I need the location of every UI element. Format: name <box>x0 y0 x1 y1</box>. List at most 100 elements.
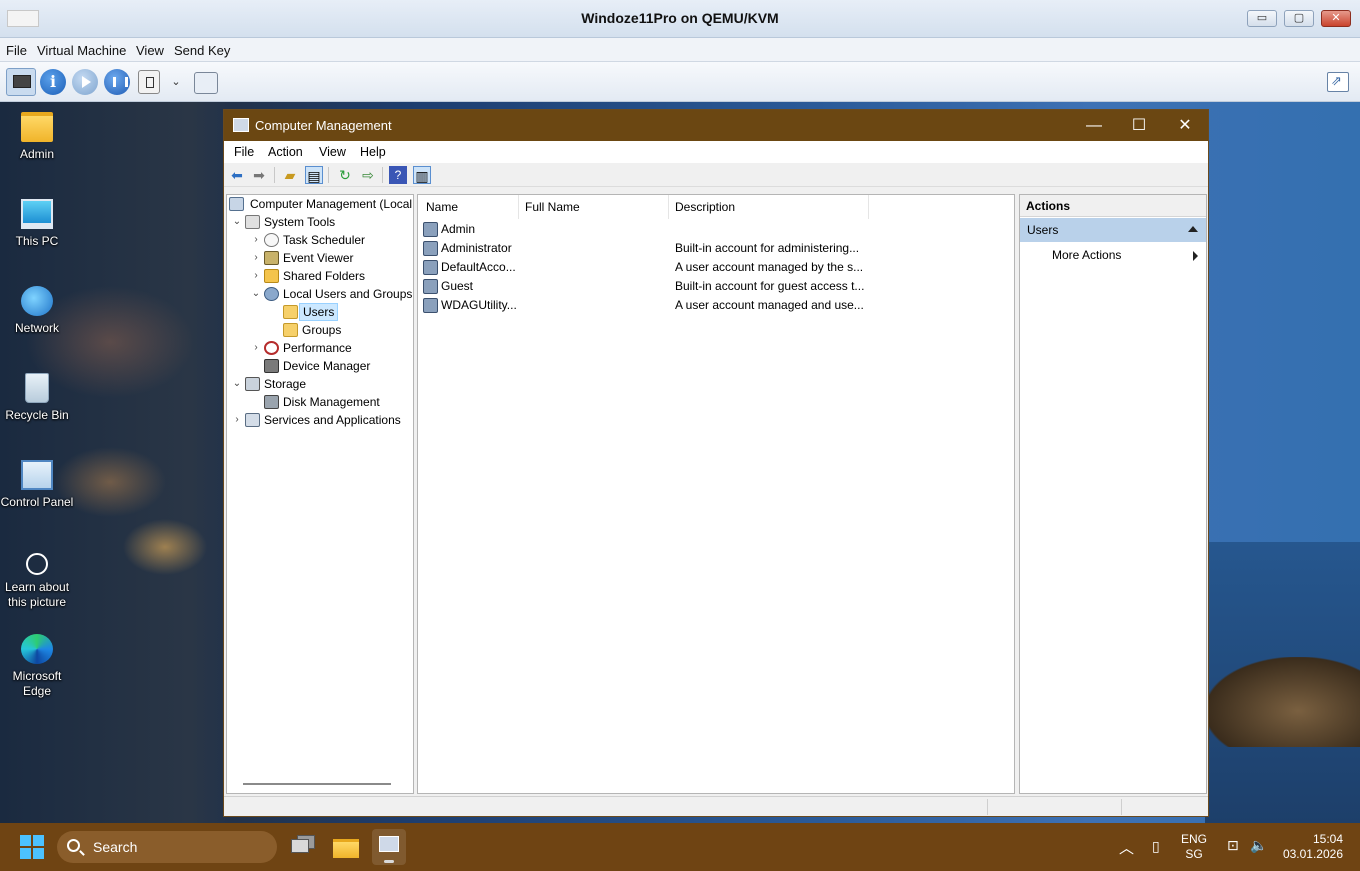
folder-icon <box>21 112 53 142</box>
desktop-icon-edge[interactable]: Microsoft Edge <box>0 634 74 699</box>
pause-icon[interactable] <box>104 69 130 95</box>
cm-minimize-button[interactable]: — <box>1071 114 1117 138</box>
chevron-right-icon[interactable]: › <box>250 249 262 267</box>
chevron-down-icon[interactable]: ⌄ <box>231 213 243 231</box>
export-list-icon[interactable]: ⇨ <box>359 166 377 184</box>
desktop-icon-label: Microsoft Edge <box>12 669 62 698</box>
performance-icon <box>264 341 279 355</box>
chevron-right-icon[interactable]: › <box>250 339 262 357</box>
computer-management-taskbar-icon[interactable] <box>372 829 406 865</box>
chevron-down-icon[interactable]: ⌄ <box>250 285 262 303</box>
camera-icon <box>26 553 48 575</box>
column-divider[interactable] <box>518 195 519 219</box>
show-hidden-icons-chevron-icon[interactable]: ︿ <box>1119 837 1134 858</box>
cm-close-button[interactable]: ✕ <box>1162 114 1208 138</box>
list-item[interactable]: WDAGUtility... A user account managed an… <box>418 296 1014 315</box>
column-header-name[interactable]: Name <box>426 200 458 214</box>
input-language-indicator[interactable]: ENG SG <box>1181 832 1207 862</box>
file-explorer-icon[interactable] <box>330 832 360 862</box>
user-icon <box>423 298 438 313</box>
host-menu-view[interactable]: View <box>136 43 164 58</box>
desktop-icon-recycle-bin[interactable]: Recycle Bin <box>0 373 74 423</box>
region-label: SG <box>1185 847 1203 861</box>
host-minimize-button[interactable]: ▭ <box>1247 10 1277 27</box>
cm-maximize-button[interactable]: ☐ <box>1116 114 1162 138</box>
desktop-icon-admin[interactable]: Admin <box>0 112 74 162</box>
cm-toolbar: ⬅ ➡ ▰ ▤ ↻ ⇨ ? ▥ <box>224 163 1208 187</box>
show-hide-action-pane-icon[interactable]: ▥ <box>413 166 431 184</box>
show-console-icon[interactable] <box>6 68 36 96</box>
toolbar-separator <box>382 167 383 183</box>
list-item[interactable]: Guest Built-in account for guest access … <box>418 277 1014 296</box>
cm-menu-file[interactable]: File <box>234 145 254 159</box>
desktop-icon-learn-about-picture[interactable]: Learn about this picture <box>0 547 74 610</box>
cm-menu-view[interactable]: View <box>319 145 346 159</box>
clock-icon <box>264 233 279 247</box>
taskbar: Search ︿ ▯ ENG SG ⊡ 🔈 15:04 03.01.2026 <box>0 823 1360 871</box>
taskbar-search-box[interactable]: Search <box>57 831 277 863</box>
tree-horizontal-scrollbar[interactable] <box>243 783 391 785</box>
list-header: Name Full Name Description <box>418 195 1014 219</box>
shutdown-dropdown-chevron-icon[interactable]: ⌄ <box>168 74 184 90</box>
desktop-icon-label: Control Panel <box>0 495 74 509</box>
clock[interactable]: 15:04 03.01.2026 <box>1281 832 1343 862</box>
desktop-icon-label: Network <box>14 321 59 335</box>
shutdown-icon[interactable] <box>138 70 160 94</box>
computer-management-icon <box>229 197 244 211</box>
desktop-icon-network[interactable]: Network <box>0 286 74 336</box>
host-menu-send-key[interactable]: Send Key <box>174 43 230 58</box>
list-item[interactable]: DefaultAcco... A user account managed by… <box>418 258 1014 277</box>
user-icon <box>423 279 438 294</box>
desktop-icon-label: Admin <box>19 147 54 161</box>
column-divider[interactable] <box>868 195 869 219</box>
tools-icon <box>245 215 260 229</box>
host-close-button[interactable]: ✕ <box>1321 10 1351 27</box>
desktop-icon-control-panel[interactable]: Control Panel <box>0 460 74 510</box>
forward-arrow-icon[interactable]: ➡ <box>250 166 268 184</box>
control-panel-icon <box>21 460 53 490</box>
show-hide-console-tree-icon[interactable]: ▤ <box>305 166 323 184</box>
snapshots-icon[interactable] <box>194 72 218 94</box>
column-divider[interactable] <box>668 195 669 219</box>
column-header-description[interactable]: Description <box>675 200 735 214</box>
usb-device-icon[interactable]: ▯ <box>1152 838 1160 855</box>
start-windows-icon[interactable] <box>20 835 44 859</box>
chevron-right-icon[interactable]: › <box>250 231 262 249</box>
chevron-right-icon[interactable]: › <box>250 267 262 285</box>
back-arrow-icon[interactable]: ⬅ <box>228 166 246 184</box>
actions-pane: Actions Users More Actions <box>1019 194 1207 794</box>
details-info-icon[interactable]: i <box>40 69 66 95</box>
toolbar-separator <box>328 167 329 183</box>
list-item[interactable]: Admin <box>418 220 1014 239</box>
cm-window-title: Computer Management <box>255 118 392 133</box>
list-item[interactable]: Administrator Built-in account for admin… <box>418 239 1014 258</box>
desktop-icon-this-pc[interactable]: This PC <box>0 199 74 249</box>
help-icon[interactable]: ? <box>389 166 407 184</box>
cm-menu-action[interactable]: Action <box>268 145 303 159</box>
chevron-right-icon[interactable]: › <box>231 411 243 429</box>
cm-menu-help[interactable]: Help <box>360 145 386 159</box>
fullscreen-icon[interactable] <box>1327 72 1349 92</box>
host-title-bar: Windoze11Pro on QEMU/KVM ▭ ▢ ✕ <box>0 0 1360 38</box>
computer-management-window: Computer Management — ☐ ✕ File Action Vi… <box>223 109 1209 817</box>
task-view-icon[interactable] <box>288 832 318 862</box>
chevron-down-icon[interactable]: ⌄ <box>231 375 243 393</box>
collapse-up-arrow-icon[interactable] <box>1188 226 1198 232</box>
actions-section-users[interactable]: Users <box>1020 218 1206 242</box>
users-list: Name Full Name Description Admin Adminis… <box>417 194 1015 794</box>
up-folder-icon[interactable]: ▰ <box>281 166 299 184</box>
network-status-icon[interactable]: ⊡ <box>1227 837 1239 854</box>
folder-icon <box>283 305 298 319</box>
host-maximize-button[interactable]: ▢ <box>1284 10 1314 27</box>
volume-icon[interactable]: 🔈 <box>1250 837 1267 854</box>
cm-title-bar[interactable]: Computer Management — ☐ ✕ <box>224 110 1208 141</box>
host-menu-file[interactable]: File <box>6 43 27 58</box>
column-header-full-name[interactable]: Full Name <box>525 200 580 214</box>
event-viewer-icon <box>264 251 279 265</box>
more-actions-item[interactable]: More Actions <box>1020 245 1206 265</box>
host-menu-virtual-machine[interactable]: Virtual Machine <box>37 43 126 58</box>
services-icon <box>245 413 260 427</box>
toolbar-separator <box>274 167 275 183</box>
refresh-icon[interactable]: ↻ <box>336 166 354 184</box>
run-play-icon[interactable] <box>72 69 98 95</box>
